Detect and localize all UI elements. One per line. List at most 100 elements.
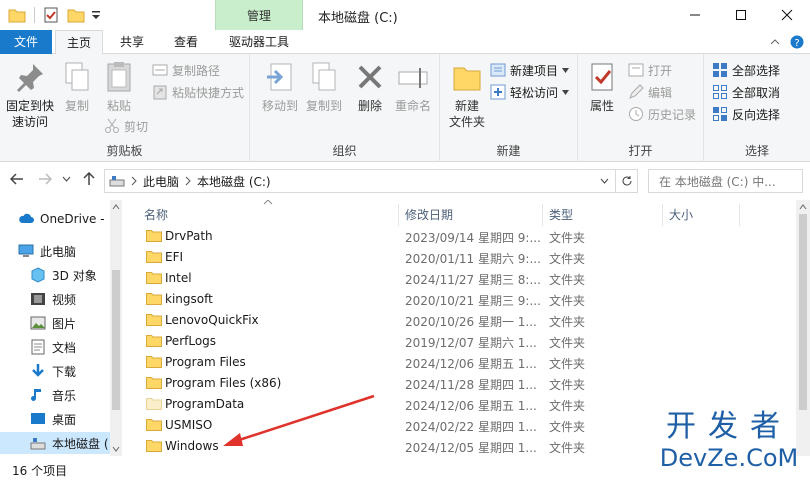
scroll-up-icon[interactable] bbox=[112, 204, 120, 210]
paste-shortcut-button[interactable]: 粘贴快捷方式 bbox=[152, 82, 244, 102]
nav-label: 下载 bbox=[52, 364, 77, 379]
pin-label-line1: 固定到快 bbox=[5, 99, 54, 113]
open-button[interactable]: 打开 bbox=[628, 60, 672, 80]
breadcrumb-chevron-icon bbox=[131, 176, 137, 186]
select-none-button[interactable]: 全部取消 bbox=[712, 82, 780, 102]
nav-scrollbar[interactable] bbox=[110, 200, 122, 456]
drive-icon bbox=[109, 176, 125, 187]
copy-to-button[interactable]: 复制到 bbox=[302, 60, 346, 114]
maximize-icon bbox=[736, 10, 746, 20]
select-all-button[interactable]: 全部选择 bbox=[712, 60, 780, 80]
customize-dropdown-icon[interactable] bbox=[91, 7, 101, 23]
edit-label: 编辑 bbox=[648, 85, 673, 100]
new-folder-button[interactable]: 新建 文件夹 bbox=[444, 60, 490, 130]
pin-quick-access-button[interactable]: 固定到快 速访问 bbox=[4, 60, 56, 130]
close-button[interactable] bbox=[764, 0, 810, 30]
nav-item-onedrive[interactable]: OneDrive - bbox=[0, 208, 110, 230]
search-placeholder: 在 本地磁盘 (C:) 中... bbox=[659, 174, 776, 189]
rename-button[interactable]: 重命名 bbox=[390, 60, 436, 114]
delete-label: 删除 bbox=[357, 99, 382, 113]
scroll-up-icon[interactable] bbox=[799, 204, 807, 210]
nav-item-desktop[interactable]: 桌面 bbox=[0, 408, 110, 430]
organize-group-label: 组织 bbox=[332, 144, 357, 158]
new-folder-label-line1: 新建 bbox=[454, 99, 479, 113]
video-icon bbox=[31, 293, 45, 305]
nav-label: OneDrive - bbox=[40, 212, 105, 226]
tab-share[interactable]: 共享 bbox=[110, 30, 154, 54]
ribbon: 固定到快 速访问 复制 粘贴 复制路径 粘贴快捷方式 剪切 剪贴板 移动到 复制… bbox=[0, 54, 810, 162]
copy-path-label: 复制路径 bbox=[172, 63, 221, 78]
annotation-arrow bbox=[235, 394, 375, 443]
breadcrumb-local-disk[interactable]: 本地磁盘 (C:) bbox=[197, 173, 271, 190]
properties-icon bbox=[591, 63, 613, 91]
invert-selection-button[interactable]: 反向选择 bbox=[712, 104, 780, 124]
delete-button[interactable]: 删除 bbox=[350, 60, 390, 114]
new-folder-label-line2: 文件夹 bbox=[448, 115, 485, 129]
tab-view[interactable]: 查看 bbox=[164, 30, 208, 54]
help-icon[interactable]: ? bbox=[790, 35, 804, 49]
select-group-label: 选择 bbox=[744, 144, 769, 158]
clipboard-group-label: 剪贴板 bbox=[106, 144, 143, 158]
address-dropdown-icon[interactable] bbox=[600, 178, 609, 184]
item-count: 16 个项目 bbox=[12, 464, 68, 478]
minimize-button[interactable] bbox=[672, 0, 718, 30]
address-box[interactable]: 此电脑 本地磁盘 (C:) bbox=[104, 169, 638, 193]
nav-item-downloads[interactable]: 下载 bbox=[0, 360, 110, 382]
maximize-button[interactable] bbox=[718, 0, 764, 30]
paste-label: 粘贴 bbox=[106, 99, 131, 113]
select-none-icon bbox=[713, 85, 727, 99]
annotation-arrowhead bbox=[223, 433, 243, 446]
cut-button[interactable]: 剪切 bbox=[104, 116, 148, 136]
history-icon bbox=[629, 107, 643, 121]
easy-access-button[interactable]: 轻松访问 bbox=[490, 82, 570, 102]
nav-item-videos[interactable]: 视频 bbox=[0, 288, 110, 310]
document-icon bbox=[31, 339, 45, 355]
nav-item-3d-objects[interactable]: 3D 对象 bbox=[0, 264, 110, 286]
invert-selection-label: 反向选择 bbox=[732, 107, 781, 122]
properties-button[interactable]: 属性 bbox=[584, 60, 620, 114]
up-arrow-icon bbox=[83, 171, 95, 185]
drive-icon bbox=[30, 438, 46, 450]
nav-item-this-pc[interactable]: 此电脑 bbox=[0, 240, 110, 262]
cloud-icon bbox=[19, 213, 34, 223]
new-folder-quick-icon[interactable] bbox=[67, 7, 85, 23]
forward-button[interactable] bbox=[38, 172, 53, 190]
nav-item-local-disk[interactable]: 本地磁盘 ( bbox=[0, 432, 110, 454]
collapse-ribbon-icon[interactable] bbox=[770, 38, 780, 46]
file-list-scroll-thumb[interactable] bbox=[799, 214, 807, 410]
watermark-cn: 开发者 bbox=[666, 409, 792, 444]
properties-quick-icon[interactable] bbox=[43, 7, 59, 23]
scissors-icon bbox=[105, 118, 119, 133]
nav-item-pictures[interactable]: 图片 bbox=[0, 312, 110, 334]
history-button[interactable]: 历史记录 bbox=[628, 104, 696, 124]
paste-button[interactable]: 粘贴 bbox=[100, 60, 138, 114]
move-to-button[interactable]: 移动到 bbox=[258, 60, 302, 114]
chevron-down-icon bbox=[562, 67, 570, 73]
tab-manage[interactable]: 管理 bbox=[215, 0, 303, 30]
pin-icon bbox=[17, 64, 43, 92]
copy-path-icon bbox=[152, 64, 168, 76]
select-all-icon bbox=[713, 63, 727, 77]
tab-home[interactable]: 主页 bbox=[55, 30, 103, 55]
breadcrumb-this-pc[interactable]: 此电脑 bbox=[143, 173, 179, 190]
edit-button[interactable]: 编辑 bbox=[628, 82, 672, 102]
folder-icon[interactable] bbox=[8, 7, 26, 23]
group-new: 新建 文件夹 新建项目 轻松访问 新建 bbox=[440, 54, 578, 162]
nav-item-music[interactable]: 音乐 bbox=[0, 384, 110, 406]
new-item-button[interactable]: 新建项目 bbox=[490, 60, 570, 80]
copy-button[interactable]: 复制 bbox=[60, 60, 94, 114]
back-button[interactable] bbox=[9, 172, 24, 190]
download-icon bbox=[32, 364, 44, 377]
edit-icon bbox=[629, 84, 644, 99]
title-bar: 管理 本地磁盘 (C:) bbox=[0, 0, 810, 30]
search-box[interactable]: 在 本地磁盘 (C:) 中... bbox=[648, 169, 803, 193]
nav-scroll-thumb[interactable] bbox=[112, 270, 120, 410]
scroll-down-icon[interactable] bbox=[112, 446, 120, 452]
copy-path-button[interactable]: 复制路径 bbox=[152, 60, 220, 80]
up-button[interactable] bbox=[82, 171, 96, 190]
tab-drive-tools[interactable]: 驱动器工具 bbox=[218, 30, 300, 54]
nav-item-documents[interactable]: 文档 bbox=[0, 336, 110, 358]
tab-file[interactable]: 文件 bbox=[0, 30, 52, 54]
recent-locations-button[interactable] bbox=[62, 172, 71, 190]
refresh-button[interactable] bbox=[615, 170, 637, 192]
